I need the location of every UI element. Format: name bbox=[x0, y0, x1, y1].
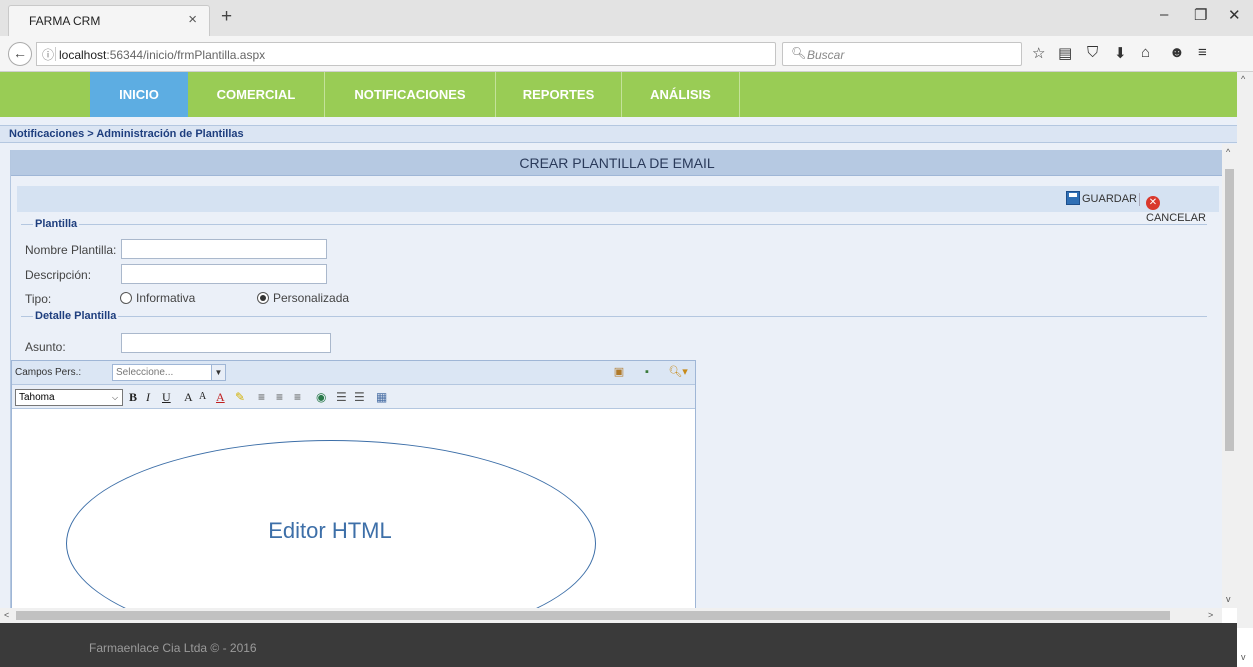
radio-personalizada-dot[interactable] bbox=[257, 292, 269, 304]
paste-icon[interactable]: ▣ bbox=[612, 365, 626, 379]
radio-informativa-dot[interactable] bbox=[120, 292, 132, 304]
fieldset-divider bbox=[21, 224, 1207, 225]
section-plantilla: Plantilla bbox=[33, 218, 80, 230]
page-content: INICIO COMERCIAL NOTIFICACIONES REPORTES… bbox=[0, 72, 1237, 608]
star-icon[interactable]: ☆ bbox=[1032, 44, 1045, 62]
scroll-up-icon[interactable]: ^ bbox=[1241, 74, 1245, 84]
scrollbar-thumb[interactable] bbox=[1225, 169, 1234, 451]
save-button[interactable]: GUARDAR bbox=[1066, 191, 1137, 207]
subject-input[interactable] bbox=[121, 333, 331, 353]
font-color-icon[interactable]: A bbox=[216, 389, 225, 405]
search-bar[interactable]: 🔍︎ Buscar bbox=[782, 42, 1022, 66]
home-icon[interactable]: ⌂ bbox=[1141, 44, 1150, 61]
scroll-down-icon[interactable]: v bbox=[1226, 594, 1231, 604]
html-editor: Campos Pers.: Seleccione... ▼ ▣ ▪ 🔍︎▾ Ta… bbox=[11, 360, 696, 608]
cancel-button[interactable]: ✕CANCELAR bbox=[1146, 191, 1219, 224]
menu-icon[interactable]: ≡ bbox=[1198, 44, 1207, 61]
format-toolbar: Tahoma ⌵ B I U A A A ✎ ≡ ≡ ≡ ◉ ☰ ☰ ▦ bbox=[12, 385, 695, 409]
editor-content-area[interactable]: Editor HTML bbox=[12, 409, 695, 608]
horizontal-scrollbar[interactable]: < > bbox=[0, 608, 1222, 623]
form-toolbar: GUARDAR ✕CANCELAR bbox=[17, 186, 1219, 224]
page-footer: Farmaenlace Cia Ltda © - 2016 bbox=[0, 623, 1237, 667]
panel-scrollbar[interactable]: ^ v bbox=[1222, 144, 1237, 608]
scroll-right-icon[interactable]: > bbox=[1208, 610, 1213, 620]
new-tab-icon[interactable]: + bbox=[221, 6, 232, 28]
page-scrollbar[interactable]: ^ v bbox=[1237, 72, 1253, 662]
footer-copyright: Farmaenlace Cia Ltda © - 2016 bbox=[89, 641, 257, 655]
align-center-icon[interactable]: ≡ bbox=[276, 390, 283, 404]
highlight-icon[interactable]: ✎ bbox=[235, 390, 245, 404]
breadcrumb: Notificaciones > Administración de Plant… bbox=[9, 128, 244, 140]
menu-item-comercial[interactable]: COMERCIAL bbox=[188, 72, 325, 117]
underline-icon[interactable]: U bbox=[162, 389, 171, 405]
fieldset-divider-detail bbox=[21, 316, 1207, 317]
browser-navbar: ← ⓘ localhost:56344/inicio/frmPlantilla.… bbox=[0, 36, 1253, 72]
main-menu: INICIO COMERCIAL NOTIFICACIONES REPORTES… bbox=[0, 72, 1237, 117]
download-icon[interactable]: ⬇ bbox=[1114, 44, 1127, 62]
tab-title: FARMA CRM bbox=[29, 14, 101, 28]
unordered-list-icon[interactable]: ☰ bbox=[354, 390, 365, 404]
search-placeholder: Buscar bbox=[807, 48, 845, 62]
radio-personalizada[interactable]: Personalizada bbox=[257, 291, 349, 305]
minimize-icon[interactable]: – bbox=[1160, 6, 1168, 23]
chevron-down-icon[interactable]: ▼ bbox=[211, 364, 226, 381]
browser-tab[interactable]: FARMA CRM × bbox=[8, 5, 210, 36]
scroll-left-icon[interactable]: < bbox=[4, 610, 9, 620]
name-label: Nombre Plantilla: bbox=[25, 243, 117, 257]
template-name-input[interactable] bbox=[121, 239, 327, 259]
breadcrumb-bar: Notificaciones > Administración de Plant… bbox=[0, 125, 1237, 143]
bold-icon[interactable]: B bbox=[129, 389, 137, 405]
align-left-icon[interactable]: ≡ bbox=[258, 390, 265, 404]
image-icon[interactable]: ▪ bbox=[640, 365, 654, 379]
custom-fields-label: Campos Pers.: bbox=[15, 367, 82, 378]
address-bar[interactable]: ⓘ localhost:56344/inicio/frmPlantilla.as… bbox=[36, 42, 796, 66]
pocket-icon[interactable]: ⛉ bbox=[1087, 44, 1098, 61]
scroll-up-icon[interactable]: ^ bbox=[1226, 147, 1230, 157]
close-window-icon[interactable]: ✕ bbox=[1228, 6, 1241, 24]
toolbar-divider bbox=[1139, 193, 1140, 206]
template-panel: CREAR PLANTILLA DE EMAIL GUARDAR ✕CANCEL… bbox=[10, 150, 1223, 608]
section-detalle: Detalle Plantilla bbox=[33, 310, 119, 322]
font-select[interactable]: Tahoma ⌵ bbox=[15, 389, 123, 406]
font-grow-icon[interactable]: A bbox=[184, 389, 193, 405]
cancel-icon: ✕ bbox=[1146, 196, 1160, 210]
description-label: Descripción: bbox=[25, 268, 92, 282]
chevron-down-icon[interactable]: ⌵ bbox=[108, 390, 122, 405]
search-icon: 🔍︎ bbox=[791, 46, 807, 60]
font-shrink-icon[interactable]: A bbox=[199, 389, 206, 405]
save-icon bbox=[1066, 191, 1080, 205]
align-right-icon[interactable]: ≡ bbox=[294, 390, 301, 404]
menu-item-reportes[interactable]: REPORTES bbox=[496, 72, 622, 117]
editor-annotation: Editor HTML bbox=[268, 518, 392, 543]
tab-close-icon[interactable]: × bbox=[188, 11, 197, 28]
reading-list-icon[interactable]: ▤ bbox=[1058, 44, 1072, 62]
menu-item-analisis[interactable]: ANÁLISIS bbox=[622, 72, 740, 117]
zoom-icon[interactable]: 🔍︎▾ bbox=[666, 365, 690, 379]
browser-titlebar: FARMA CRM × + – ❐ ✕ bbox=[0, 0, 1253, 36]
source-icon[interactable]: ▦ bbox=[376, 390, 387, 404]
panel-title: CREAR PLANTILLA DE EMAIL bbox=[11, 150, 1223, 176]
scroll-down-icon[interactable]: v bbox=[1241, 652, 1246, 662]
back-icon[interactable]: ← bbox=[8, 42, 32, 66]
site-info-icon[interactable]: ⓘ bbox=[42, 46, 54, 63]
ordered-list-icon[interactable]: ☰ bbox=[336, 390, 347, 404]
type-label: Tipo: bbox=[25, 292, 52, 306]
editor-top-bar: Campos Pers.: Seleccione... ▼ ▣ ▪ 🔍︎▾ bbox=[12, 361, 695, 385]
url-divider bbox=[55, 47, 56, 61]
subject-label: Asunto: bbox=[25, 340, 66, 354]
radio-informativa[interactable]: Informativa bbox=[120, 291, 195, 305]
menu-item-notificaciones[interactable]: NOTIFICACIONES bbox=[325, 72, 496, 117]
description-input[interactable] bbox=[121, 264, 327, 284]
link-icon[interactable]: ◉ bbox=[316, 390, 326, 404]
scrollbar-thumb[interactable] bbox=[16, 611, 1170, 620]
menu-item-inicio[interactable]: INICIO bbox=[90, 72, 188, 117]
custom-fields-select[interactable]: Seleccione... ▼ bbox=[112, 364, 226, 381]
url-text: localhost:56344/inicio/frmPlantilla.aspx bbox=[59, 48, 266, 62]
maximize-icon[interactable]: ❐ bbox=[1194, 6, 1207, 24]
italic-icon[interactable]: I bbox=[146, 389, 150, 405]
feedback-icon[interactable]: ☻ bbox=[1169, 44, 1185, 61]
